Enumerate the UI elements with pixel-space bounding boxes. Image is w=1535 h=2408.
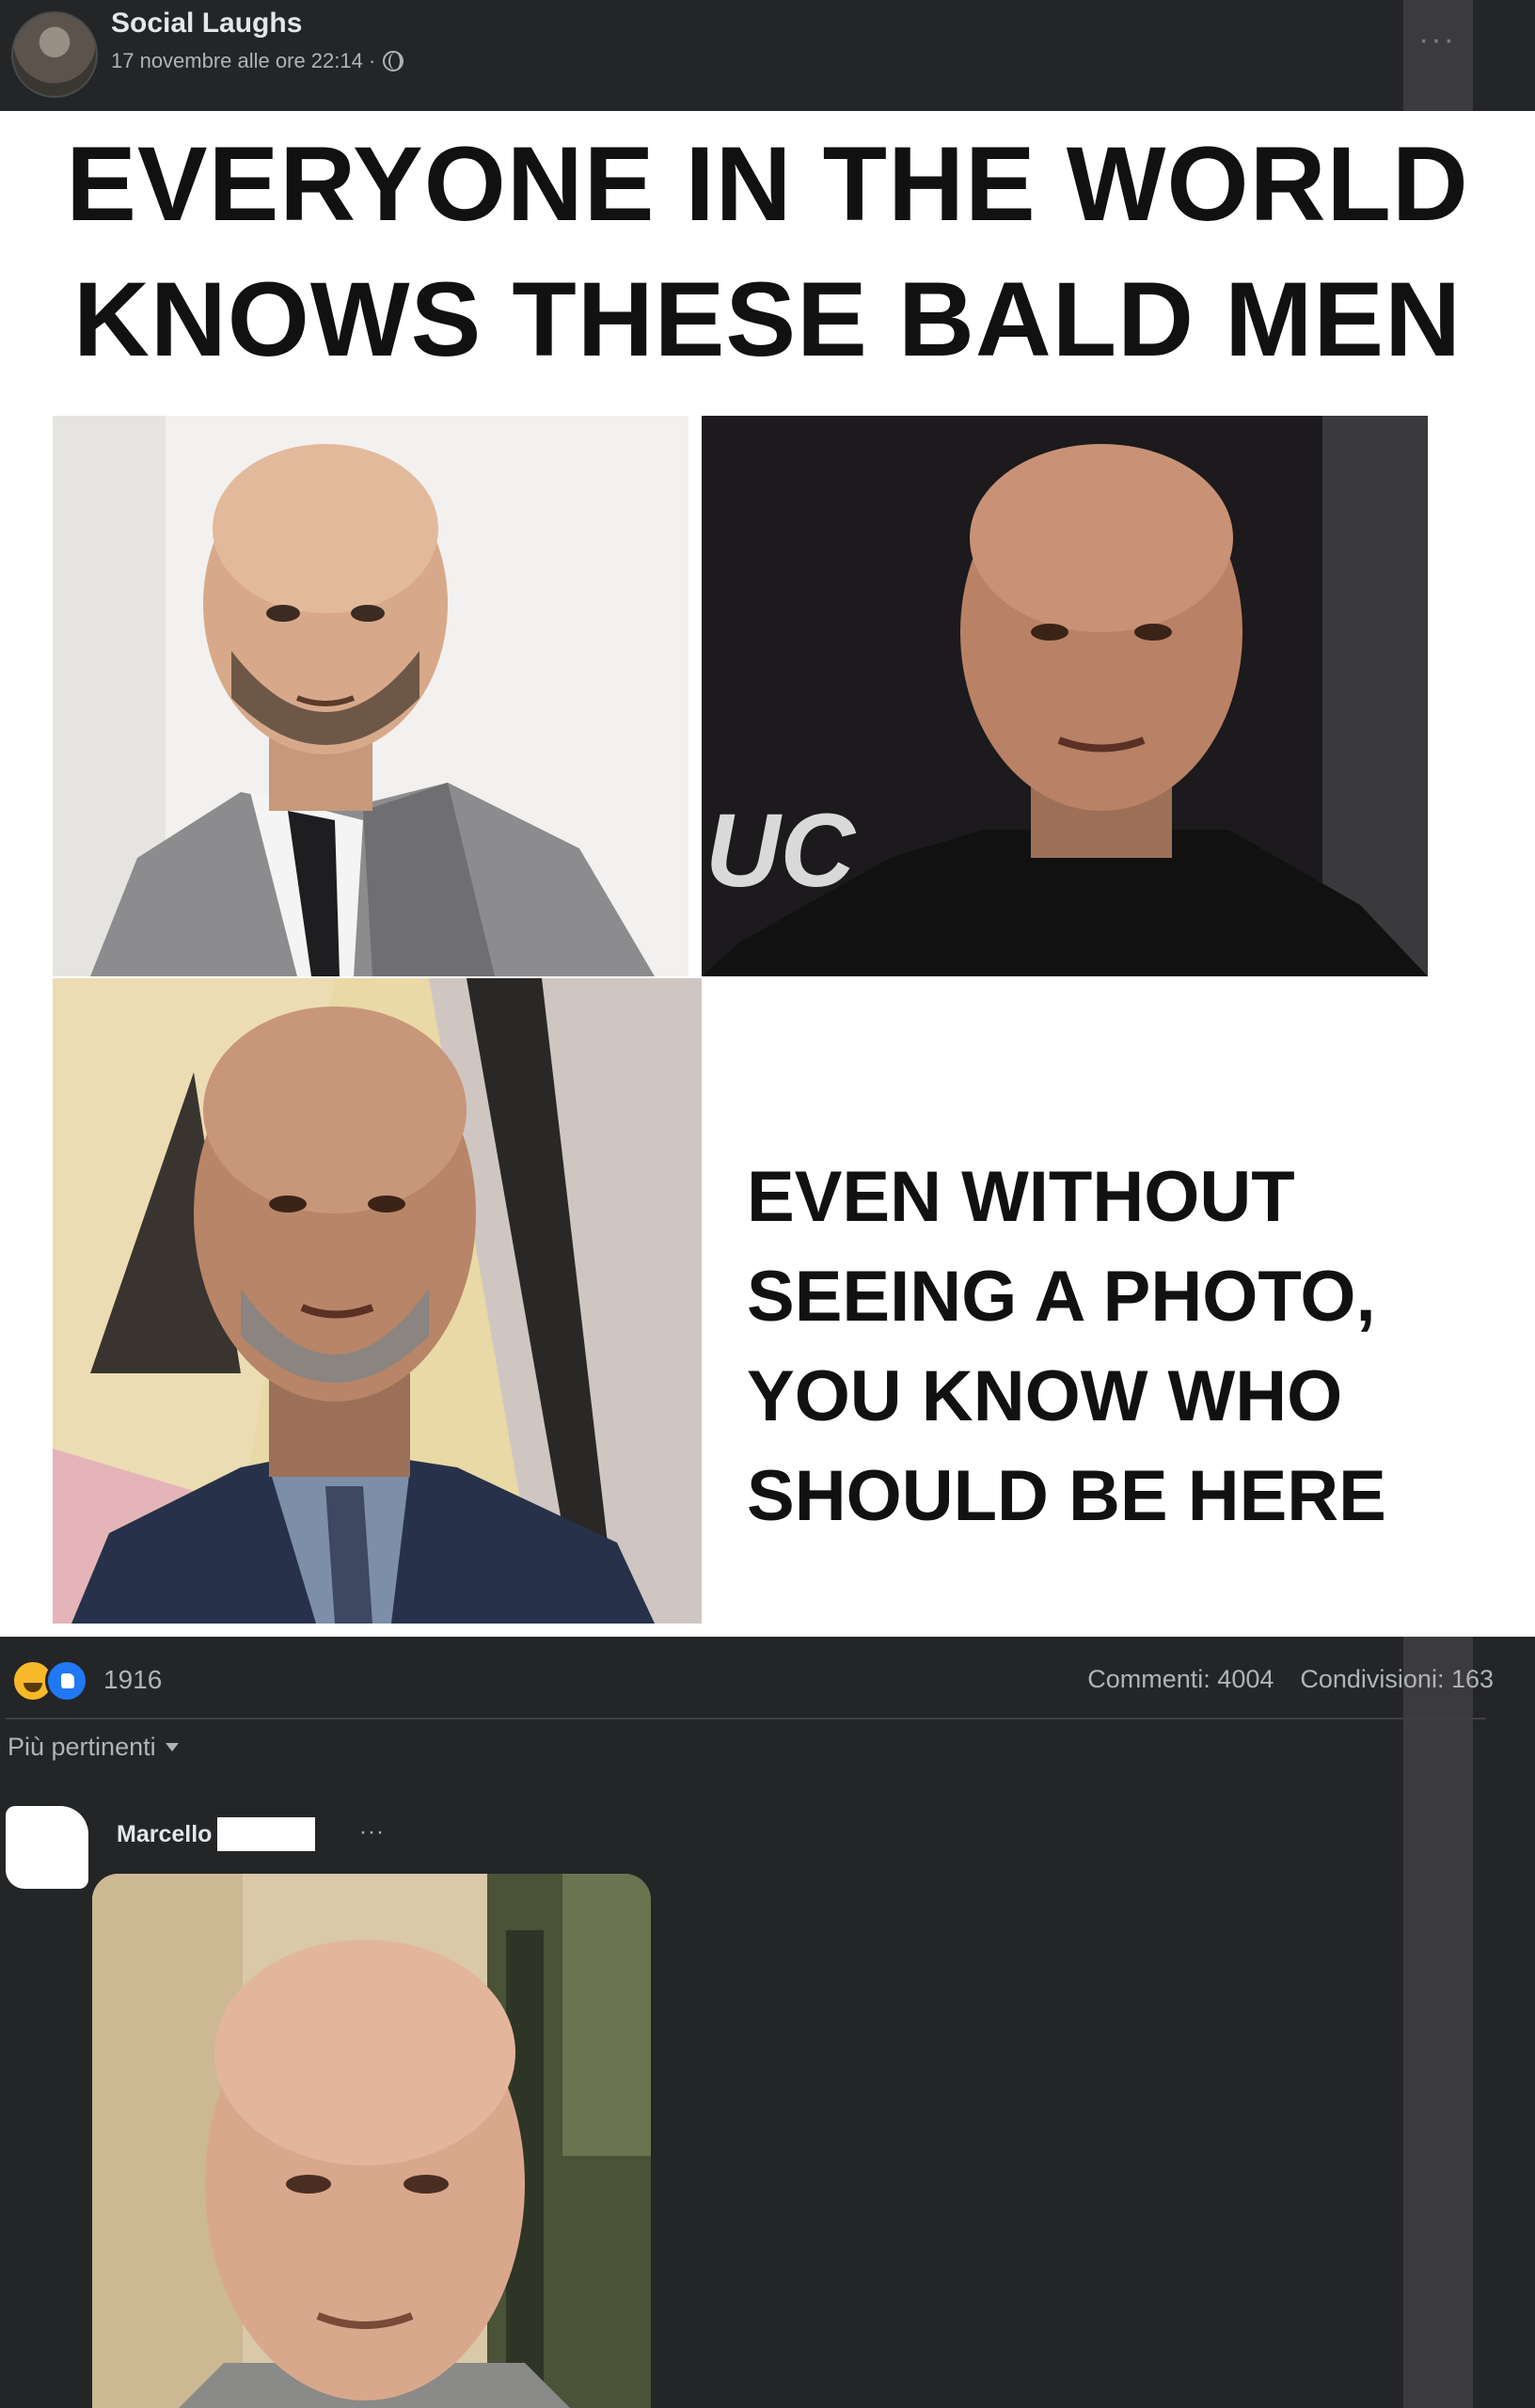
comment-author-name: Marcello [117, 1820, 213, 1847]
photo-bald-man-blue-suit [53, 978, 702, 1624]
meme-title-line: KNOWS THESE BALD MEN [73, 261, 1462, 378]
post-stats-row: 1916 Commenti: 4004 Condivisioni: 163 [0, 1637, 1535, 1721]
meme-title-line: EVERYONE IN THE WORLD [66, 125, 1469, 243]
shares-count[interactable]: Condivisioni: 163 [1300, 1665, 1494, 1694]
globe-icon [383, 51, 404, 71]
comments-count[interactable]: Commenti: 4004 [1087, 1665, 1274, 1694]
meme-caption-line: SEEING A PHOTO, [747, 1257, 1376, 1337]
comment-photo-bald-man[interactable] [92, 1874, 651, 2408]
post-timestamp[interactable]: 17 novembre alle ore 22:14 · [111, 49, 375, 73]
photo-bald-man-grey-suit [53, 416, 688, 976]
meme-title: EVERYONE IN THE WORLD KNOWS THESE BALD M… [0, 117, 1535, 388]
comment-sort-label: Più pertinenti [8, 1733, 156, 1761]
divider [6, 1718, 1486, 1719]
post-image[interactable]: EVERYONE IN THE WORLD KNOWS THESE BALD M… [0, 111, 1535, 1637]
meme-caption-line: EVEN WITHOUT [747, 1157, 1295, 1237]
meme-caption: EVEN WITHOUT SEEING A PHOTO, YOU KNOW WH… [702, 1148, 1511, 1546]
meme-caption-line: YOU KNOW WHO [747, 1356, 1343, 1436]
redacted-surname [217, 1817, 316, 1851]
reaction-count[interactable]: 1916 [103, 1665, 162, 1695]
engagement-counts: Commenti: 4004 Condivisioni: 163 [1087, 1665, 1494, 1694]
comment-author[interactable]: Marcello [117, 1817, 316, 1851]
post-header: Social Laughs 17 novembre alle ore 22:14… [0, 0, 1535, 111]
commenter-avatar[interactable] [6, 1806, 88, 1889]
post-meta: 17 novembre alle ore 22:14 · [111, 49, 404, 73]
page-avatar[interactable] [11, 11, 98, 98]
comment-sort-dropdown[interactable]: Più pertinenti [8, 1733, 179, 1762]
photo-bald-man-black-shirt: UC [702, 416, 1428, 976]
like-reaction-icon [45, 1659, 88, 1703]
page-name[interactable]: Social Laughs [111, 8, 302, 40]
chevron-down-icon [165, 1743, 179, 1751]
reaction-icons[interactable] [11, 1659, 88, 1703]
comment-more-options[interactable]: ··· [359, 1819, 385, 1846]
meme-caption-line: SHOULD BE HERE [747, 1456, 1386, 1536]
